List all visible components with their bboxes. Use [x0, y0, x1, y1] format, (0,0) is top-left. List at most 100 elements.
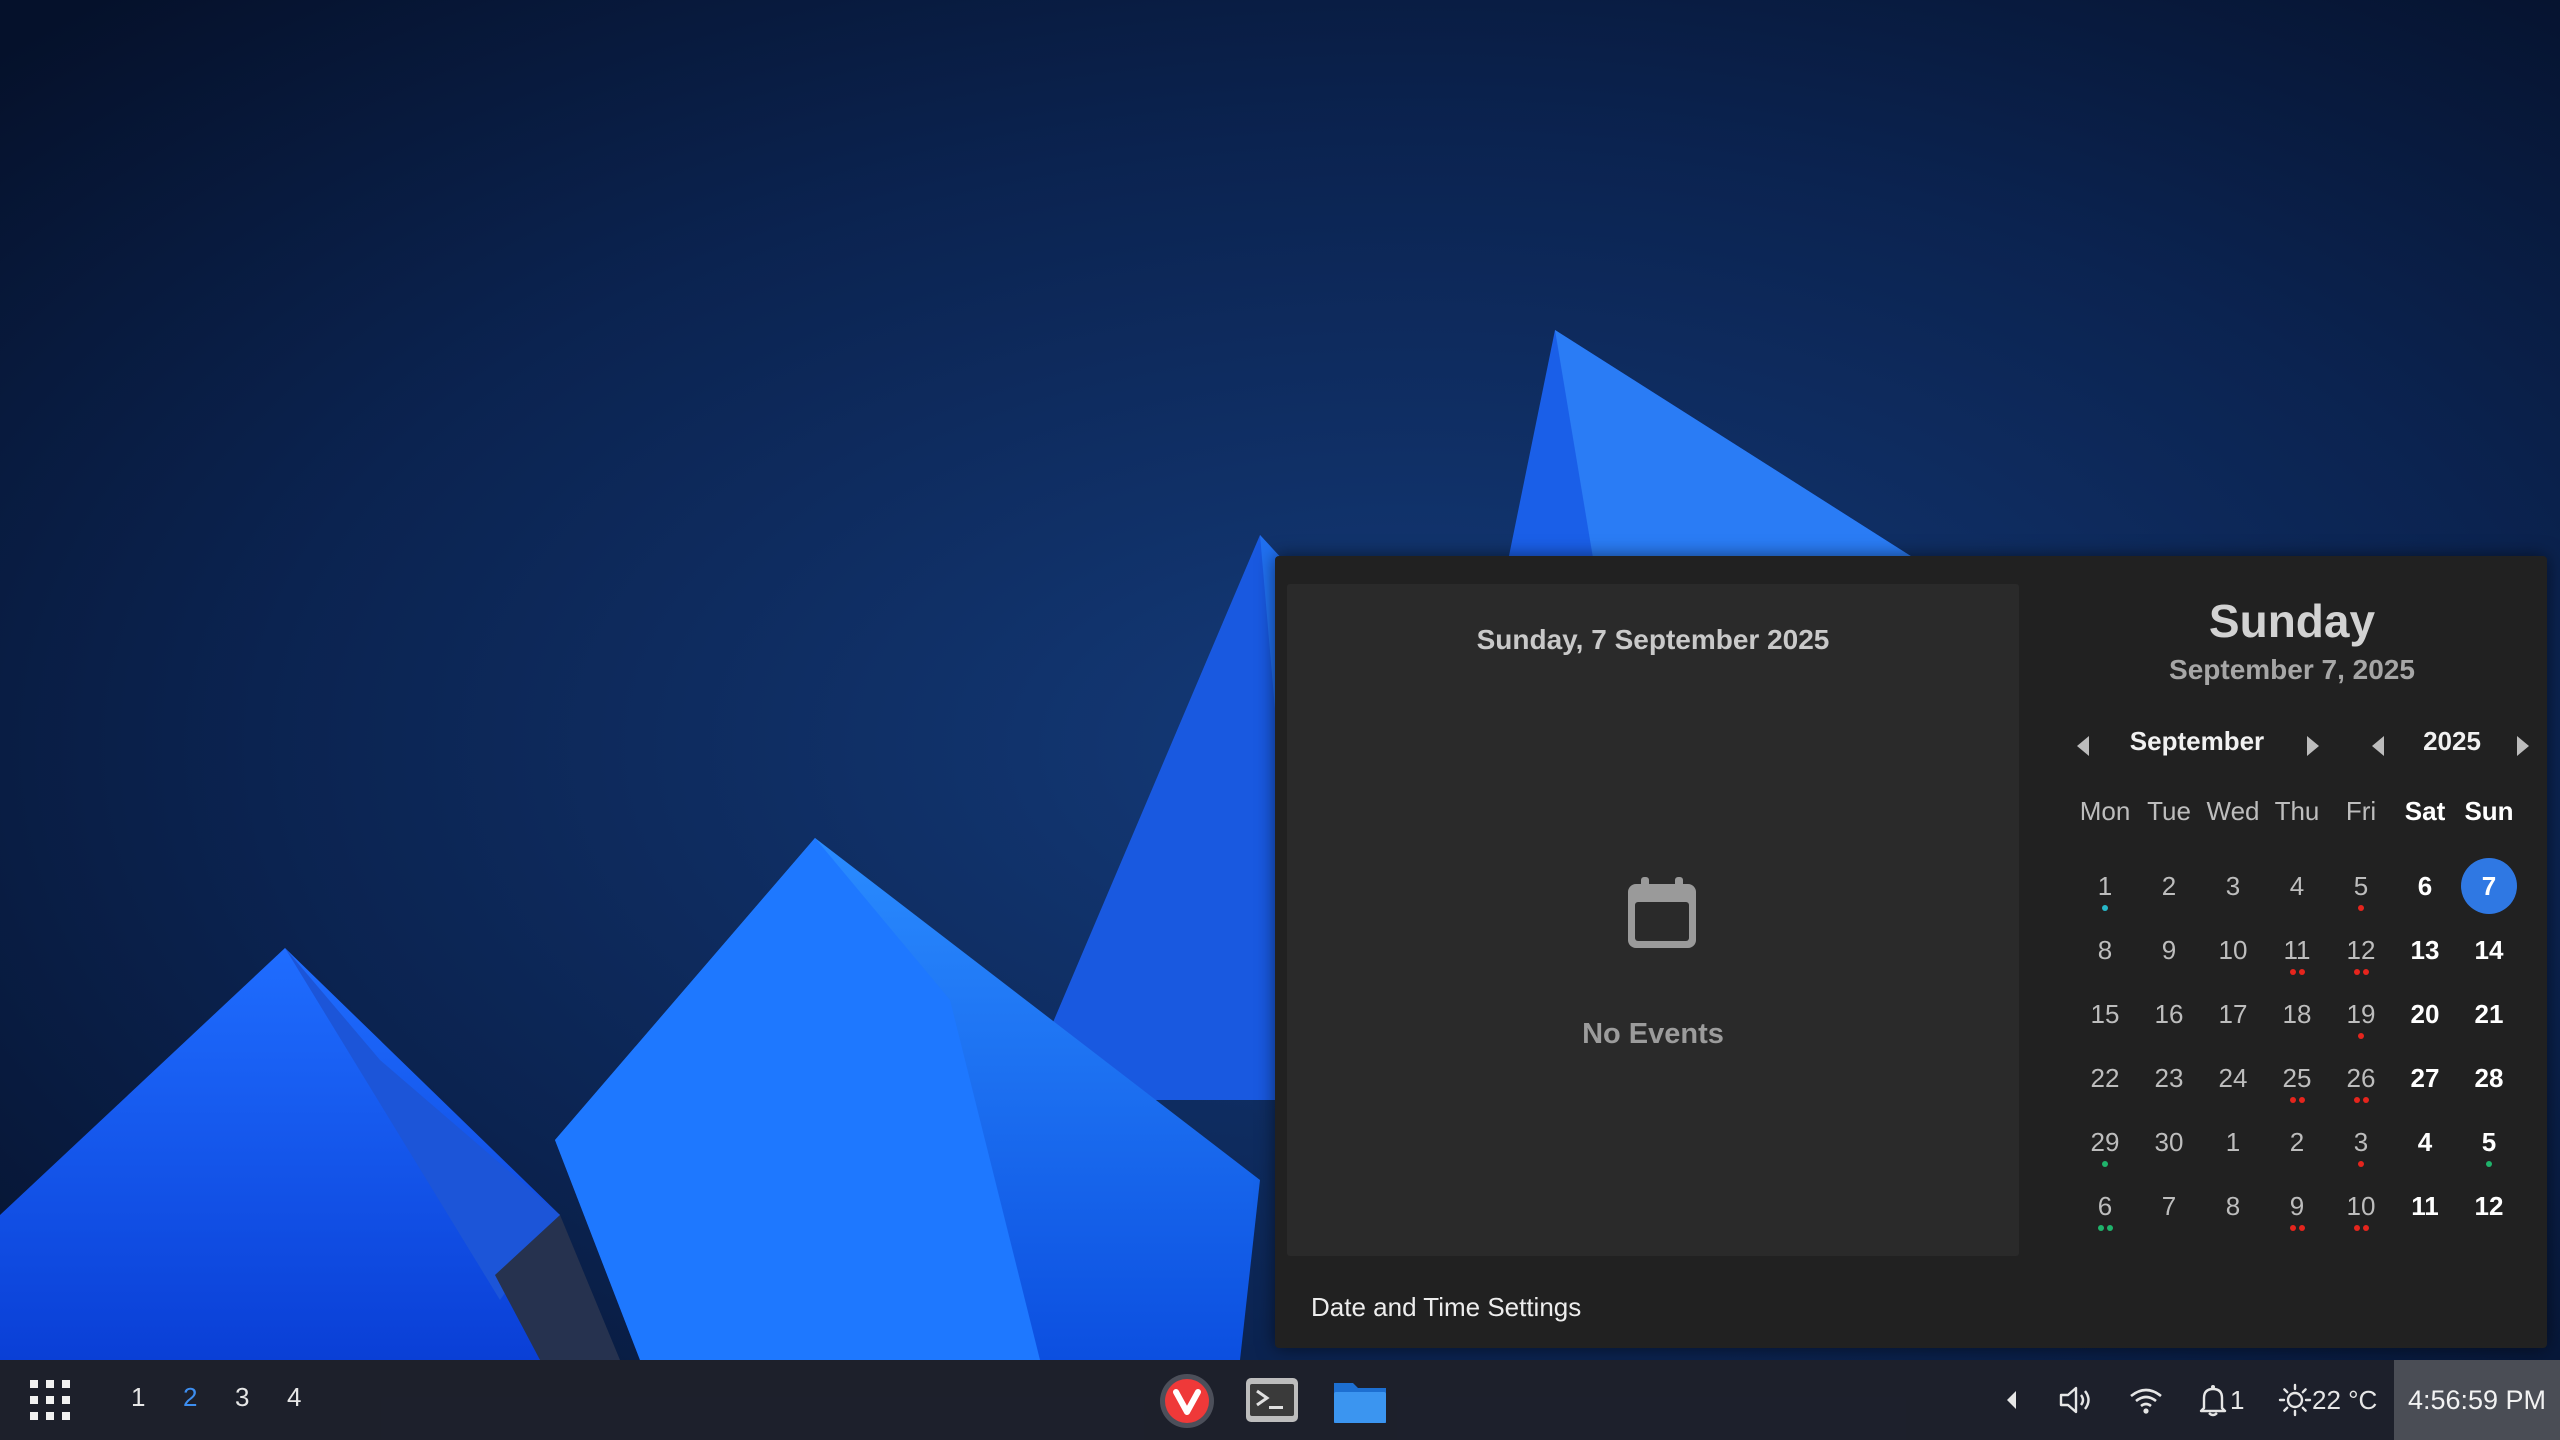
vivaldi-icon[interactable] [1158, 1373, 1216, 1429]
calendar-day-number: 5 [2353, 871, 2369, 901]
weather-temperature: 22 °C [2312, 1384, 2378, 1415]
weekday-label: Fri [2345, 796, 2377, 826]
calendar-day[interactable]: 19 [2333, 986, 2389, 1042]
calendar-day[interactable]: 13 [2397, 922, 2453, 978]
calendar-day[interactable]: 24 [2205, 1050, 2261, 1106]
calendar-day-number: 26 [2346, 1063, 2376, 1093]
calendar-day[interactable]: 5 [2461, 1114, 2517, 1170]
calendar-day[interactable]: 3 [2333, 1114, 2389, 1170]
calendar-day-number: 20 [2410, 999, 2440, 1029]
next-year-arrow-icon[interactable] [2517, 736, 2529, 756]
files-icon[interactable] [1331, 1373, 1389, 1429]
event-indicator [2269, 1094, 2325, 1103]
calendar-day[interactable]: 16 [2141, 986, 2197, 1042]
calendar-day-number: 11 [2411, 1191, 2439, 1221]
calendar-day[interactable]: 27 [2397, 1050, 2453, 1106]
calendar-navigation: September 2025 [2037, 726, 2547, 770]
event-dot [2362, 1225, 2369, 1231]
workspace-2[interactable]: 2 [183, 1382, 197, 1413]
calendar-day[interactable]: 26 [2333, 1050, 2389, 1106]
calendar-day[interactable]: 8 [2077, 922, 2133, 978]
event-dot [2102, 1161, 2108, 1167]
calendar-day[interactable]: 4 [2397, 1114, 2453, 1170]
event-dot [2298, 969, 2305, 975]
events-date-title: Sunday, 7 September 2025 [1476, 624, 1830, 655]
calendar-day[interactable]: 5 [2333, 858, 2389, 914]
event-indicator [2077, 902, 2133, 911]
calendar-day-number: 15 [2090, 999, 2120, 1029]
tray-expand-arrow-icon[interactable] [2004, 1360, 2018, 1440]
workspace-3[interactable]: 3 [235, 1382, 249, 1413]
calendar-day[interactable]: 7 [2141, 1178, 2197, 1234]
calendar-day-number: 9 [2289, 1191, 2305, 1221]
calendar-day[interactable]: 4 [2269, 858, 2325, 914]
calendar-day[interactable]: 12 [2461, 1178, 2517, 1234]
wifi-icon[interactable] [2128, 1360, 2164, 1440]
clock[interactable]: 4:56:59 PM [2394, 1360, 2560, 1440]
app-launcher-grid-icon[interactable] [28, 1378, 72, 1422]
calendar-day[interactable]: 6 [2397, 858, 2453, 914]
calendar-day-number: 1 [2097, 871, 2113, 901]
calendar-day[interactable]: 3 [2205, 858, 2261, 914]
calendar-day[interactable]: 21 [2461, 986, 2517, 1042]
calendar-day[interactable]: 25 [2269, 1050, 2325, 1106]
calendar-day-number: 25 [2282, 1063, 2312, 1093]
calendar-day[interactable]: 11 [2397, 1178, 2453, 1234]
bell-icon [2199, 1385, 2227, 1417]
calendar-day[interactable]: 6 [2077, 1178, 2133, 1234]
event-dot [2358, 1161, 2364, 1167]
calendar-day[interactable]: 29 [2077, 1114, 2133, 1170]
calendar-day[interactable]: 1 [2205, 1114, 2261, 1170]
notification-count: 1 [2230, 1384, 2245, 1415]
event-indicator [2461, 1158, 2517, 1167]
year-label[interactable]: 2025 [2397, 726, 2507, 757]
calendar-day[interactable]: 9 [2141, 922, 2197, 978]
event-indicator [2333, 1030, 2389, 1039]
calendar-day-number: 28 [2474, 1063, 2504, 1093]
calendar-day[interactable]: 10 [2333, 1178, 2389, 1234]
calendar-day-today[interactable]: 7 [2461, 858, 2517, 914]
calendar-day-number: 22 [2090, 1063, 2120, 1093]
no-events-label: No Events [1582, 1018, 1724, 1050]
calendar-day-number: 11 [2283, 935, 2311, 965]
calendar-day[interactable]: 17 [2205, 986, 2261, 1042]
calendar-day[interactable]: 14 [2461, 922, 2517, 978]
workspace-4[interactable]: 4 [287, 1382, 301, 1413]
calendar-day[interactable]: 9 [2269, 1178, 2325, 1234]
calendar-day[interactable]: 8 [2205, 1178, 2261, 1234]
calendar-day-number: 27 [2410, 1063, 2440, 1093]
calendar-day-number: 24 [2218, 1063, 2248, 1093]
terminal-icon[interactable] [1243, 1373, 1301, 1429]
calendar-day[interactable]: 30 [2141, 1114, 2197, 1170]
month-label[interactable]: September [2097, 726, 2297, 757]
volume-icon[interactable] [2058, 1360, 2094, 1440]
calendar-day[interactable]: 23 [2141, 1050, 2197, 1106]
calendar-day[interactable]: 2 [2141, 858, 2197, 914]
workspace-1[interactable]: 1 [131, 1382, 145, 1413]
notifications-button[interactable]: 1 [2196, 1360, 2244, 1440]
calendar-day[interactable]: 12 [2333, 922, 2389, 978]
calendar-day[interactable]: 10 [2205, 922, 2261, 978]
calendar-day[interactable]: 11 [2269, 922, 2325, 978]
calendar-day[interactable]: 28 [2461, 1050, 2517, 1106]
next-month-arrow-icon[interactable] [2307, 736, 2319, 756]
previous-month-arrow-icon[interactable] [2077, 736, 2089, 756]
calendar-day[interactable]: 22 [2077, 1050, 2133, 1106]
weather-widget[interactable]: 22 °C [2278, 1360, 2377, 1440]
calendar-day-number: 2 [2161, 871, 2177, 901]
weekday-label: Sat [2404, 796, 2446, 826]
event-indicator [2269, 966, 2325, 975]
calendar-day[interactable]: 1 [2077, 858, 2133, 914]
calendar-day[interactable]: 20 [2397, 986, 2453, 1042]
calendar-day[interactable]: 18 [2269, 986, 2325, 1042]
date-time-settings-link[interactable]: Date and Time Settings [1311, 1292, 1581, 1323]
calendar-day[interactable]: 15 [2077, 986, 2133, 1042]
calendar-day-number: 7 [2481, 871, 2497, 901]
calendar-day-number: 10 [2218, 935, 2248, 965]
calendar-day[interactable]: 2 [2269, 1114, 2325, 1170]
taskbar: 1 2 3 4 1 22 °C 4:56:59 PM [0, 1360, 2560, 1440]
event-dot [2486, 1161, 2492, 1167]
weekday-label: Thu [2274, 796, 2320, 826]
previous-year-arrow-icon[interactable] [2372, 736, 2384, 756]
event-dot [2358, 905, 2364, 911]
